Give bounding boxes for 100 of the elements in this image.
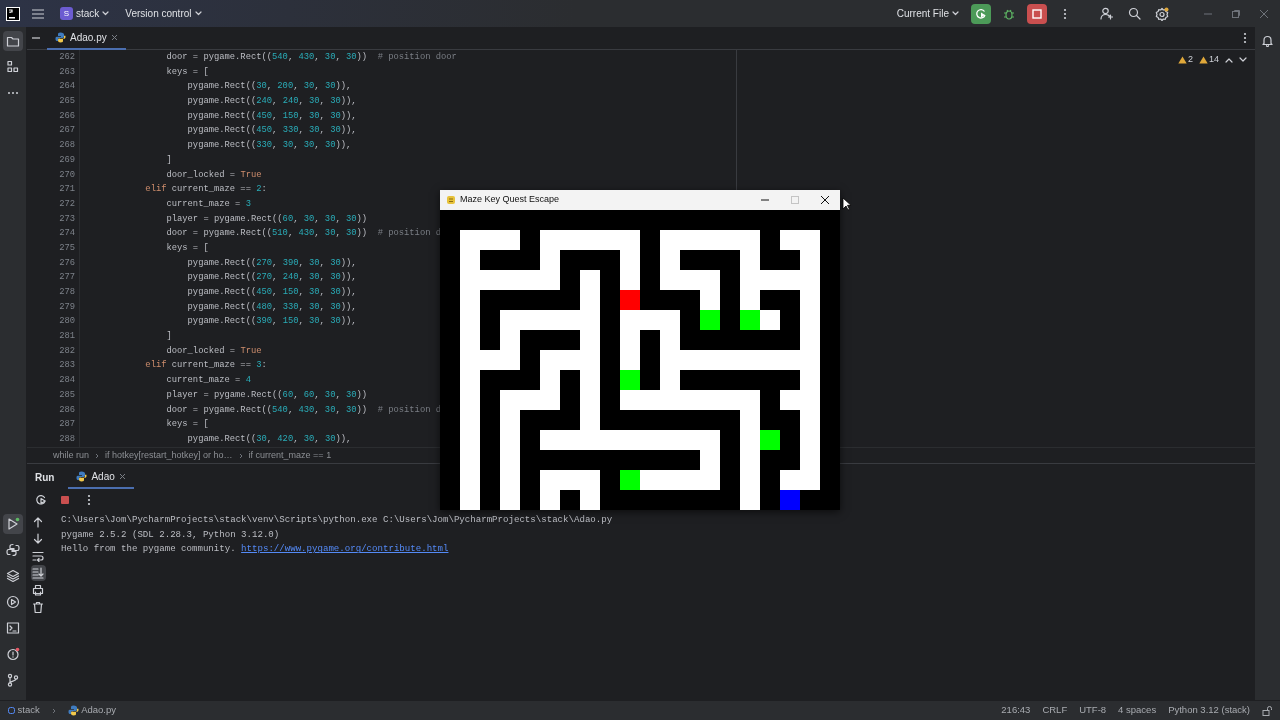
code-line: ] (165, 330, 172, 344)
line-number: 281 (59, 330, 75, 344)
up-icon (32, 516, 44, 528)
line-number: 277 (59, 271, 75, 285)
code-line: pygame.Rect((240, 240, 30, 30)), (186, 95, 357, 109)
code-line: player = pygame.Rect((60, 60, 30, 30)) (165, 388, 368, 402)
line-number: 269 (59, 153, 75, 167)
line-number: 270 (59, 168, 75, 182)
code-line: elif current_maze == 3: (144, 359, 267, 373)
file-tab[interactable]: Adao.py (47, 26, 126, 50)
line-number: 284 (59, 374, 75, 388)
code-line: elif current_maze == 2: (144, 183, 267, 197)
scroll-to-end-button[interactable] (30, 565, 46, 581)
link[interactable]: https://www.pygame.org/contribute.html (241, 543, 449, 555)
delete-button[interactable] (30, 599, 46, 615)
project-selector[interactable]: S stack (56, 4, 114, 23)
run-config-selector[interactable]: Current File (892, 4, 963, 23)
code-line: current_maze = 3 (165, 197, 251, 211)
status-item[interactable]: Python 3.12 (stack) (1168, 703, 1250, 718)
code-line: door_locked = True (165, 344, 262, 358)
print-button[interactable] (30, 582, 46, 598)
delete-icon (32, 601, 44, 613)
rerun-icon (35, 494, 47, 506)
code-line: pygame.Rect((390, 150, 30, 30)), (186, 315, 357, 329)
problems-icon (6, 647, 20, 661)
app-logo-icon (6, 6, 20, 21)
rerun-icon (975, 7, 987, 20)
chevron-up-icon[interactable] (1225, 56, 1233, 63)
status-item[interactable]: 216:43 (1001, 703, 1031, 718)
console-line: Hello from the pygame community. https://www.pygame.org/contribute.html (61, 542, 449, 557)
panel-title: Run (35, 470, 55, 485)
line-number: 266 (59, 109, 75, 123)
more-icon (1063, 7, 1067, 20)
code-line: pygame.Rect((30, 200, 30, 30)), (186, 80, 352, 94)
lock-icon[interactable] (1262, 705, 1272, 716)
version-control-menu[interactable]: Version control (121, 4, 206, 23)
status-item[interactable]: UTF-8 (1079, 703, 1107, 718)
line-number: 271 (59, 183, 75, 197)
line-number: 264 (59, 80, 75, 94)
warning-count[interactable]: 2 (1177, 53, 1193, 67)
code-line: pygame.Rect((270, 240, 30, 30)), (186, 271, 357, 285)
add-user-icon (1099, 7, 1113, 20)
project-tool-icon (6, 34, 20, 48)
status-item[interactable]: CRLF (1042, 703, 1068, 718)
breadcrumb[interactable]: Adao.py (67, 703, 117, 718)
chevron-right-icon (95, 452, 100, 459)
snake-logo-icon (446, 195, 456, 205)
close-icon[interactable] (110, 33, 118, 41)
code-line: pygame.Rect((330, 30, 30, 30)), (186, 139, 352, 153)
close-icon (1259, 8, 1269, 19)
project-tool-button[interactable] (3, 31, 23, 51)
breadcrumb[interactable]: stack (8, 703, 40, 718)
close-icon[interactable] (118, 472, 126, 480)
status-item[interactable]: 4 spaces (1118, 703, 1157, 718)
close-icon (820, 195, 830, 205)
more-icon (1243, 32, 1247, 44)
chevron-right-icon (238, 452, 243, 459)
rerun-button[interactable] (971, 3, 991, 24)
line-number: 288 (59, 432, 75, 446)
run-tool-button[interactable] (3, 514, 23, 534)
window-title: Maze Key Quest Escape (460, 193, 560, 207)
warning-count[interactable]: 14 (1199, 53, 1219, 67)
chevron-down-icon (102, 11, 110, 16)
code-line: player = pygame.Rect((60, 30, 30, 30)) (165, 212, 368, 226)
line-number: 274 (59, 227, 75, 241)
code-line: pygame.Rect((450, 150, 30, 30)), (186, 286, 357, 299)
module-icon (8, 707, 15, 714)
breadcrumb[interactable]: while run (53, 448, 90, 463)
code-line: ] (165, 153, 172, 167)
python-file-icon (55, 31, 66, 43)
chevron-down-icon[interactable] (1239, 56, 1247, 63)
warning-count-icon (1177, 55, 1187, 64)
code-line: keys = [ (165, 65, 209, 79)
code-line: pygame.Rect((450, 330, 30, 30)), (186, 124, 357, 138)
line-number: 265 (59, 95, 75, 109)
stop-icon (1032, 8, 1042, 19)
stop-icon (60, 495, 70, 505)
line-number: 279 (59, 300, 75, 314)
more-icon (87, 494, 91, 506)
line-number: 282 (59, 344, 75, 358)
line-number: 262 (59, 51, 75, 64)
line-number: 280 (59, 315, 75, 329)
code-line: pygame.Rect((30, 420, 30, 30)), (186, 432, 352, 446)
code-line: door = pygame.Rect((540, 430, 30, 30)) # position door (165, 51, 457, 64)
line-number: 287 (59, 418, 75, 432)
line-number: 272 (59, 197, 75, 211)
soft-wrap-icon (32, 550, 44, 562)
line-number: 268 (59, 139, 75, 153)
line-number: 263 (59, 65, 75, 79)
code-line: door_locked = True (165, 168, 262, 182)
breadcrumb[interactable]: if hotkey[restart_hotkey] or ho… (105, 448, 233, 463)
stop-button[interactable] (1027, 3, 1047, 24)
notifications-icon (1261, 33, 1274, 47)
maximize-icon (790, 195, 800, 205)
line-number: 286 (59, 403, 75, 417)
run-tab[interactable]: Adao (68, 465, 134, 489)
breadcrumb[interactable]: if current_maze == 1 (248, 448, 332, 463)
scroll-to-end-icon (32, 567, 44, 579)
restore-icon (1231, 8, 1241, 19)
print-icon (32, 584, 44, 596)
